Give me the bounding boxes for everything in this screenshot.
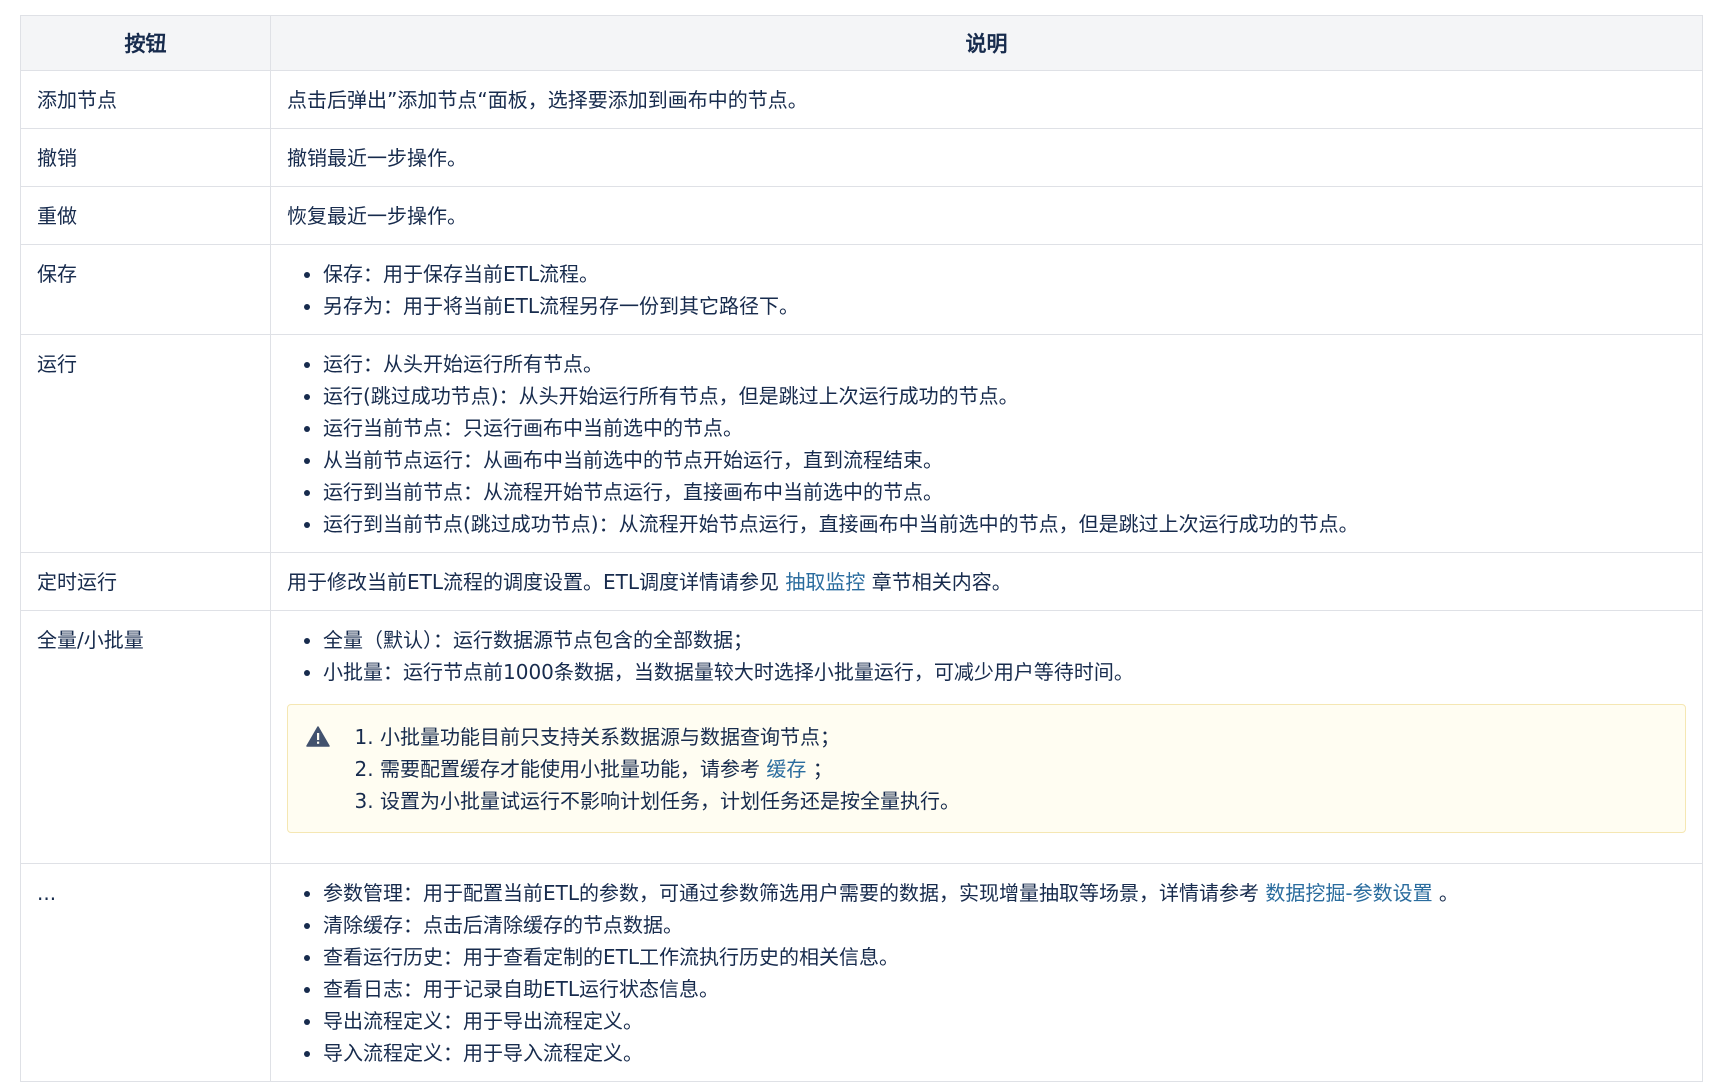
- table-row-schedule: 定时运行 用于修改当前ETL流程的调度设置。ETL调度详情请参见 抽取监控 章节…: [20, 552, 1703, 611]
- bullet-list: 参数管理：用于配置当前ETL的参数，可通过参数筛选用户需要的数据，实现增量抽取等…: [287, 877, 1686, 1069]
- row-description: 点击后弹出”添加节点“面板，选择要添加到画布中的节点。: [270, 70, 1703, 129]
- table-header-row: 按钮 说明: [20, 15, 1703, 71]
- note-text: 需要配置缓存才能使用小批量功能，请参考: [380, 757, 767, 781]
- row-description: 用于修改当前ETL流程的调度设置。ETL调度详情请参见 抽取监控 章节相关内容。: [270, 552, 1703, 611]
- list-item: 运行：从头开始运行所有节点。: [323, 348, 1686, 380]
- list-item-text: 。: [1432, 881, 1459, 905]
- column-header-description: 说明: [270, 15, 1703, 71]
- bullet-list: 保存：用于保存当前ETL流程。 另存为：用于将当前ETL流程另存一份到其它路径下…: [287, 258, 1686, 322]
- table-row-more: ... 参数管理：用于配置当前ETL的参数，可通过参数筛选用户需要的数据，实现增…: [20, 863, 1703, 1082]
- list-item-text: 参数管理：用于配置当前ETL的参数，可通过参数筛选用户需要的数据，实现增量抽取等…: [323, 881, 1266, 905]
- button-description-table: 按钮 说明 添加节点 点击后弹出”添加节点“面板，选择要添加到画布中的节点。 撤…: [20, 15, 1703, 1082]
- extract-monitor-link[interactable]: 抽取监控: [785, 570, 865, 594]
- list-item: 查看运行历史：用于查看定制的ETL工作流执行历史的相关信息。: [323, 941, 1686, 973]
- note-item: 小批量功能目前只支持关系数据源与数据查询节点；: [380, 721, 960, 753]
- list-item: 保存：用于保存当前ETL流程。: [323, 258, 1686, 290]
- list-item: 运行到当前节点(跳过成功节点)：从流程开始节点运行，直接画布中当前选中的节点，但…: [323, 508, 1686, 540]
- table-row-run: 运行 运行：从头开始运行所有节点。 运行(跳过成功节点)：从头开始运行所有节点，…: [20, 334, 1703, 553]
- warning-note: 小批量功能目前只支持关系数据源与数据查询节点； 需要配置缓存才能使用小批量功能，…: [287, 704, 1686, 833]
- row-name: 保存: [20, 244, 271, 335]
- note-item: 设置为小批量试运行不影响计划任务，计划任务还是按全量执行。: [380, 785, 960, 817]
- description-text: 用于修改当前ETL流程的调度设置。ETL调度详情请参见: [287, 570, 786, 594]
- row-name: 重做: [20, 186, 271, 245]
- list-item: 导入流程定义：用于导入流程定义。: [323, 1037, 1686, 1069]
- list-item: 清除缓存：点击后清除缓存的节点数据。: [323, 909, 1686, 941]
- list-item: 参数管理：用于配置当前ETL的参数，可通过参数筛选用户需要的数据，实现增量抽取等…: [323, 877, 1686, 909]
- row-name: 添加节点: [20, 70, 271, 129]
- list-item: 导出流程定义：用于导出流程定义。: [323, 1005, 1686, 1037]
- row-name: 撤销: [20, 128, 271, 187]
- row-description: 全量（默认）：运行数据源节点包含的全部数据； 小批量：运行节点前1000条数据，…: [270, 610, 1703, 864]
- cache-link[interactable]: 缓存: [766, 757, 806, 781]
- list-item: 小批量：运行节点前1000条数据，当数据量较大时选择小批量运行，可减少用户等待时…: [323, 656, 1686, 688]
- table-row-redo: 重做 恢复最近一步操作。: [20, 186, 1703, 245]
- row-name: 全量/小批量: [20, 610, 271, 864]
- row-description: 保存：用于保存当前ETL流程。 另存为：用于将当前ETL流程另存一份到其它路径下…: [270, 244, 1703, 335]
- note-text: ；: [806, 757, 833, 781]
- list-item: 从当前节点运行：从画布中当前选中的节点开始运行，直到流程结束。: [323, 444, 1686, 476]
- table-row-save: 保存 保存：用于保存当前ETL流程。 另存为：用于将当前ETL流程另存一份到其它…: [20, 244, 1703, 335]
- row-name: 定时运行: [20, 552, 271, 611]
- table-row-undo: 撤销 撤销最近一步操作。: [20, 128, 1703, 187]
- warning-icon: [306, 726, 330, 747]
- table-row-add-node: 添加节点 点击后弹出”添加节点“面板，选择要添加到画布中的节点。: [20, 70, 1703, 129]
- row-description: 恢复最近一步操作。: [270, 186, 1703, 245]
- table-row-batch: 全量/小批量 全量（默认）：运行数据源节点包含的全部数据； 小批量：运行节点前1…: [20, 610, 1703, 864]
- list-item: 运行当前节点：只运行画布中当前选中的节点。: [323, 412, 1686, 444]
- row-name: ...: [20, 863, 271, 1082]
- description-text: 章节相关内容。: [865, 570, 1012, 594]
- bullet-list: 全量（默认）：运行数据源节点包含的全部数据； 小批量：运行节点前1000条数据，…: [287, 624, 1686, 688]
- row-description: 运行：从头开始运行所有节点。 运行(跳过成功节点)：从头开始运行所有节点，但是跳…: [270, 334, 1703, 553]
- note-list: 小批量功能目前只支持关系数据源与数据查询节点； 需要配置缓存才能使用小批量功能，…: [356, 721, 960, 817]
- button-description-table-container: 按钮 说明 添加节点 点击后弹出”添加节点“面板，选择要添加到画布中的节点。 撤…: [20, 15, 1703, 1082]
- list-item: 运行(跳过成功节点)：从头开始运行所有节点，但是跳过上次运行成功的节点。: [323, 380, 1686, 412]
- list-item: 查看日志：用于记录自助ETL运行状态信息。: [323, 973, 1686, 1005]
- param-settings-link[interactable]: 数据挖掘-参数设置: [1265, 881, 1432, 905]
- list-item: 全量（默认）：运行数据源节点包含的全部数据；: [323, 624, 1686, 656]
- list-item: 运行到当前节点：从流程开始节点运行，直接画布中当前选中的节点。: [323, 476, 1686, 508]
- row-description: 撤销最近一步操作。: [270, 128, 1703, 187]
- row-description: 参数管理：用于配置当前ETL的参数，可通过参数筛选用户需要的数据，实现增量抽取等…: [270, 863, 1703, 1082]
- row-name: 运行: [20, 334, 271, 553]
- note-item: 需要配置缓存才能使用小批量功能，请参考 缓存 ；: [380, 753, 960, 785]
- bullet-list: 运行：从头开始运行所有节点。 运行(跳过成功节点)：从头开始运行所有节点，但是跳…: [287, 348, 1686, 540]
- list-item: 另存为：用于将当前ETL流程另存一份到其它路径下。: [323, 290, 1686, 322]
- column-header-button: 按钮: [20, 15, 271, 71]
